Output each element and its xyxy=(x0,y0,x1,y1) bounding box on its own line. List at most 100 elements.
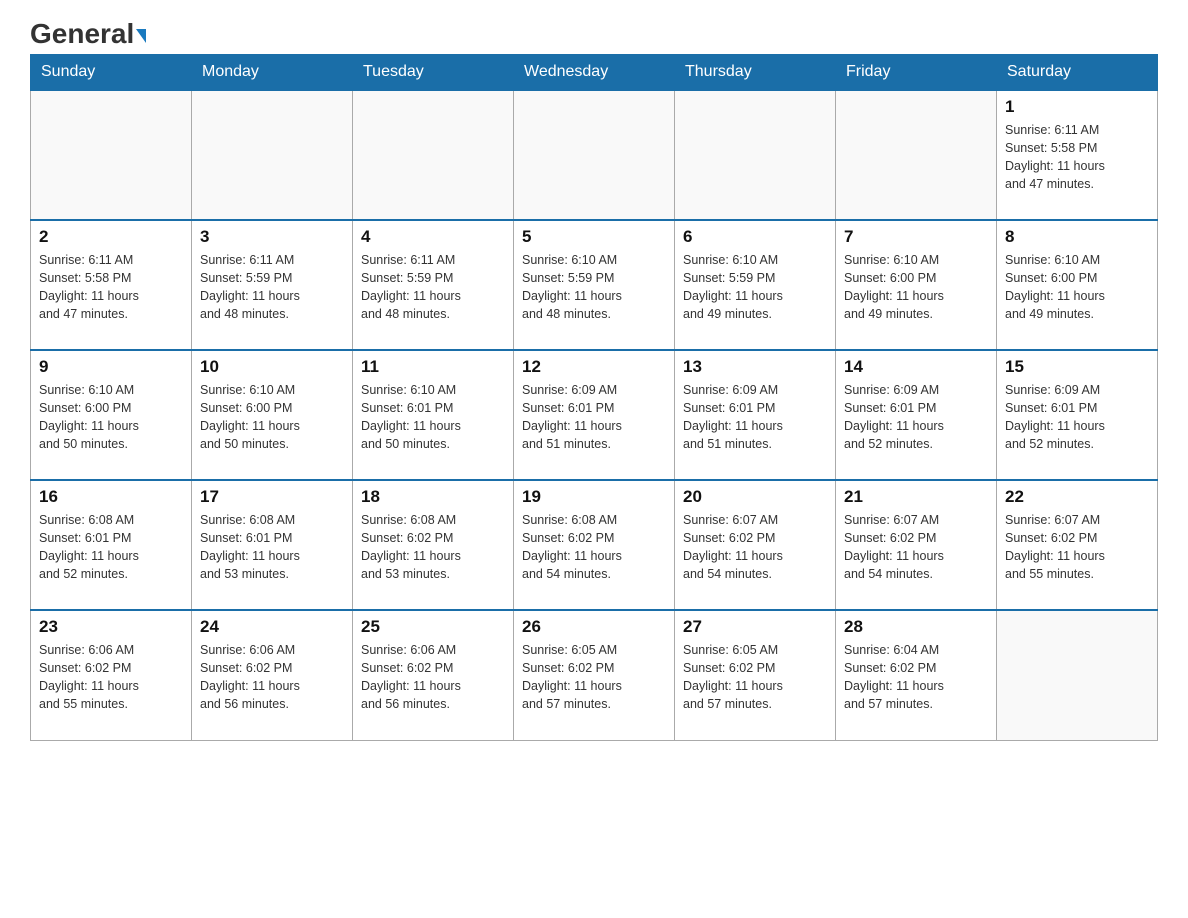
calendar-cell: 12 Sunrise: 6:09 AM Sunset: 6:01 PM Dayli… xyxy=(514,350,675,480)
day-number: 5 xyxy=(522,227,666,247)
calendar-cell: 25 Sunrise: 6:06 AM Sunset: 6:02 PM Dayli… xyxy=(353,610,514,740)
day-info: Sunrise: 6:11 AM Sunset: 5:58 PM Dayligh… xyxy=(39,251,183,324)
calendar-cell: 28 Sunrise: 6:04 AM Sunset: 6:02 PM Dayli… xyxy=(836,610,997,740)
day-number: 8 xyxy=(1005,227,1149,247)
calendar-cell xyxy=(836,90,997,220)
calendar-cell: 19 Sunrise: 6:08 AM Sunset: 6:02 PM Dayli… xyxy=(514,480,675,610)
calendar-cell: 4 Sunrise: 6:11 AM Sunset: 5:59 PM Daylig… xyxy=(353,220,514,350)
weekday-header-wednesday: Wednesday xyxy=(514,55,675,91)
day-info: Sunrise: 6:09 AM Sunset: 6:01 PM Dayligh… xyxy=(683,381,827,454)
week-row-1: 1 Sunrise: 6:11 AM Sunset: 5:58 PM Daylig… xyxy=(31,90,1158,220)
day-number: 21 xyxy=(844,487,988,507)
calendar-cell: 7 Sunrise: 6:10 AM Sunset: 6:00 PM Daylig… xyxy=(836,220,997,350)
page-header: General xyxy=(30,20,1158,44)
day-info: Sunrise: 6:08 AM Sunset: 6:01 PM Dayligh… xyxy=(39,511,183,584)
day-info: Sunrise: 6:06 AM Sunset: 6:02 PM Dayligh… xyxy=(361,641,505,714)
calendar-table: SundayMondayTuesdayWednesdayThursdayFrid… xyxy=(30,54,1158,741)
calendar-cell: 14 Sunrise: 6:09 AM Sunset: 6:01 PM Dayli… xyxy=(836,350,997,480)
calendar-cell: 2 Sunrise: 6:11 AM Sunset: 5:58 PM Daylig… xyxy=(31,220,192,350)
day-info: Sunrise: 6:05 AM Sunset: 6:02 PM Dayligh… xyxy=(683,641,827,714)
day-info: Sunrise: 6:10 AM Sunset: 6:00 PM Dayligh… xyxy=(39,381,183,454)
weekday-header-row: SundayMondayTuesdayWednesdayThursdayFrid… xyxy=(31,55,1158,91)
day-number: 6 xyxy=(683,227,827,247)
calendar-cell: 5 Sunrise: 6:10 AM Sunset: 5:59 PM Daylig… xyxy=(514,220,675,350)
weekday-header-friday: Friday xyxy=(836,55,997,91)
logo: General xyxy=(30,20,146,44)
day-number: 23 xyxy=(39,617,183,637)
day-info: Sunrise: 6:08 AM Sunset: 6:02 PM Dayligh… xyxy=(522,511,666,584)
calendar-cell: 8Sunrise: 6:10 AM Sunset: 6:00 PM Daylig… xyxy=(997,220,1158,350)
calendar-cell: 16 Sunrise: 6:08 AM Sunset: 6:01 PM Dayli… xyxy=(31,480,192,610)
day-info: Sunrise: 6:10 AM Sunset: 6:00 PM Dayligh… xyxy=(844,251,988,324)
calendar-cell: 18 Sunrise: 6:08 AM Sunset: 6:02 PM Dayli… xyxy=(353,480,514,610)
day-info: Sunrise: 6:09 AM Sunset: 6:01 PM Dayligh… xyxy=(1005,381,1149,454)
day-number: 4 xyxy=(361,227,505,247)
calendar-cell xyxy=(997,610,1158,740)
day-number: 2 xyxy=(39,227,183,247)
day-number: 24 xyxy=(200,617,344,637)
day-number: 7 xyxy=(844,227,988,247)
day-number: 9 xyxy=(39,357,183,377)
calendar-cell: 23 Sunrise: 6:06 AM Sunset: 6:02 PM Dayli… xyxy=(31,610,192,740)
calendar-cell: 26Sunrise: 6:05 AM Sunset: 6:02 PM Dayli… xyxy=(514,610,675,740)
day-number: 20 xyxy=(683,487,827,507)
day-number: 16 xyxy=(39,487,183,507)
day-info: Sunrise: 6:10 AM Sunset: 6:00 PM Dayligh… xyxy=(200,381,344,454)
day-number: 27 xyxy=(683,617,827,637)
calendar-cell: 15 Sunrise: 6:09 AM Sunset: 6:01 PM Dayli… xyxy=(997,350,1158,480)
week-row-3: 9 Sunrise: 6:10 AM Sunset: 6:00 PM Daylig… xyxy=(31,350,1158,480)
calendar-cell xyxy=(353,90,514,220)
day-number: 10 xyxy=(200,357,344,377)
day-number: 11 xyxy=(361,357,505,377)
day-info: Sunrise: 6:10 AM Sunset: 5:59 PM Dayligh… xyxy=(683,251,827,324)
calendar-cell: 6 Sunrise: 6:10 AM Sunset: 5:59 PM Daylig… xyxy=(675,220,836,350)
day-info: Sunrise: 6:04 AM Sunset: 6:02 PM Dayligh… xyxy=(844,641,988,714)
day-number: 28 xyxy=(844,617,988,637)
calendar-cell xyxy=(192,90,353,220)
day-info: Sunrise: 6:10 AM Sunset: 5:59 PM Dayligh… xyxy=(522,251,666,324)
day-number: 14 xyxy=(844,357,988,377)
weekday-header-thursday: Thursday xyxy=(675,55,836,91)
day-info: Sunrise: 6:07 AM Sunset: 6:02 PM Dayligh… xyxy=(844,511,988,584)
day-info: Sunrise: 6:05 AM Sunset: 6:02 PM Dayligh… xyxy=(522,641,666,714)
day-number: 1 xyxy=(1005,97,1149,117)
weekday-header-tuesday: Tuesday xyxy=(353,55,514,91)
week-row-5: 23 Sunrise: 6:06 AM Sunset: 6:02 PM Dayli… xyxy=(31,610,1158,740)
day-number: 22 xyxy=(1005,487,1149,507)
calendar-cell xyxy=(675,90,836,220)
calendar-cell: 21 Sunrise: 6:07 AM Sunset: 6:02 PM Dayli… xyxy=(836,480,997,610)
weekday-header-saturday: Saturday xyxy=(997,55,1158,91)
day-number: 13 xyxy=(683,357,827,377)
day-info: Sunrise: 6:11 AM Sunset: 5:58 PM Dayligh… xyxy=(1005,121,1149,194)
day-number: 15 xyxy=(1005,357,1149,377)
calendar-cell: 9 Sunrise: 6:10 AM Sunset: 6:00 PM Daylig… xyxy=(31,350,192,480)
weekday-header-monday: Monday xyxy=(192,55,353,91)
calendar-cell: 1 Sunrise: 6:11 AM Sunset: 5:58 PM Daylig… xyxy=(997,90,1158,220)
day-info: Sunrise: 6:06 AM Sunset: 6:02 PM Dayligh… xyxy=(39,641,183,714)
calendar-cell xyxy=(31,90,192,220)
day-number: 12 xyxy=(522,357,666,377)
calendar-cell: 17Sunrise: 6:08 AM Sunset: 6:01 PM Dayli… xyxy=(192,480,353,610)
day-number: 18 xyxy=(361,487,505,507)
logo-general: General xyxy=(30,20,146,48)
day-info: Sunrise: 6:06 AM Sunset: 6:02 PM Dayligh… xyxy=(200,641,344,714)
day-info: Sunrise: 6:11 AM Sunset: 5:59 PM Dayligh… xyxy=(361,251,505,324)
day-info: Sunrise: 6:08 AM Sunset: 6:02 PM Dayligh… xyxy=(361,511,505,584)
day-number: 25 xyxy=(361,617,505,637)
day-info: Sunrise: 6:09 AM Sunset: 6:01 PM Dayligh… xyxy=(844,381,988,454)
calendar-cell: 22Sunrise: 6:07 AM Sunset: 6:02 PM Dayli… xyxy=(997,480,1158,610)
day-number: 19 xyxy=(522,487,666,507)
day-info: Sunrise: 6:07 AM Sunset: 6:02 PM Dayligh… xyxy=(683,511,827,584)
calendar-cell: 10 Sunrise: 6:10 AM Sunset: 6:00 PM Dayli… xyxy=(192,350,353,480)
day-info: Sunrise: 6:09 AM Sunset: 6:01 PM Dayligh… xyxy=(522,381,666,454)
calendar-cell: 13 Sunrise: 6:09 AM Sunset: 6:01 PM Dayli… xyxy=(675,350,836,480)
calendar-cell: 11 Sunrise: 6:10 AM Sunset: 6:01 PM Dayli… xyxy=(353,350,514,480)
week-row-4: 16 Sunrise: 6:08 AM Sunset: 6:01 PM Dayli… xyxy=(31,480,1158,610)
weekday-header-sunday: Sunday xyxy=(31,55,192,91)
calendar-cell: 27 Sunrise: 6:05 AM Sunset: 6:02 PM Dayli… xyxy=(675,610,836,740)
day-number: 17 xyxy=(200,487,344,507)
calendar-cell: 20 Sunrise: 6:07 AM Sunset: 6:02 PM Dayli… xyxy=(675,480,836,610)
calendar-cell xyxy=(514,90,675,220)
day-info: Sunrise: 6:10 AM Sunset: 6:01 PM Dayligh… xyxy=(361,381,505,454)
calendar-cell: 24 Sunrise: 6:06 AM Sunset: 6:02 PM Dayli… xyxy=(192,610,353,740)
